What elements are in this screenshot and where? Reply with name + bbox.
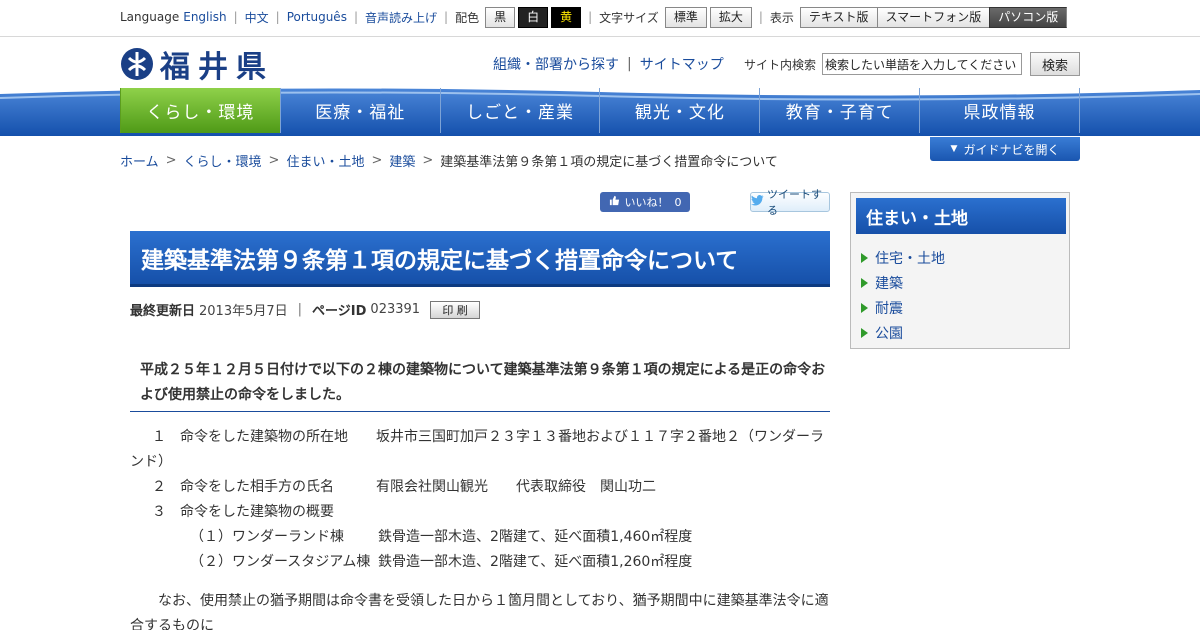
color-label: 配色 [455,10,480,25]
item-number: ２ [152,479,166,495]
site-search: サイト内検索 検索 [744,52,1081,76]
fontsize-label: 文字サイズ [599,10,659,25]
sub-item-value: 鉄骨造一部木造、2階建て、延べ面積1,460㎡程度 [378,529,693,545]
fontsize-large-button[interactable]: 拡大 [709,6,752,28]
item-number: ３ [152,504,166,520]
breadcrumb-housing[interactable]: 住まい・土地 [286,151,364,170]
sidebar-box: 住まい・土地 住宅・土地 建築 耐震 公園 [850,192,1070,349]
like-count: 0 [674,195,682,209]
note-paragraph: なお、使用禁止の猶予期間は命令書を受領した日から１箇月間としており、猶予期間中に… [130,593,829,630]
org-search-link[interactable]: 組織・部署から探す [493,54,619,74]
list-item: １ 命令をした建築物の所在地 坂井市三国町加戸２３字１３番地および１１７字２番地… [130,425,830,450]
guide-navi-button[interactable]: ▼ ガイドナビを開く [930,137,1080,161]
nav-item-medical[interactable]: 医療・福祉 [279,88,440,133]
sidebar-item-earthquake[interactable]: 耐震 [861,295,945,320]
nav-item-education[interactable]: 教育・子育て [759,88,919,133]
page-title: 建築基準法第９条第１項の規定に基づく措置命令について [130,231,830,287]
item-value-cont: ンド） [130,454,172,470]
lang-portuguese-link[interactable]: Português [287,10,347,24]
fontsize-normal-button[interactable]: 標準 [664,6,707,28]
sidebar-item-housing[interactable]: 住宅・土地 [861,245,945,270]
sidebar-item-label[interactable]: 耐震 [875,298,903,318]
breadcrumb-building[interactable]: 建築 [389,151,415,170]
sidebar-item-park[interactable]: 公園 [861,320,945,345]
breadcrumb: ホーム > くらし・環境 > 住まい・土地 > 建築 > 建築基準法第９条第１項… [120,151,778,170]
lang-english-link[interactable]: English [183,10,226,24]
sitemap-link[interactable]: サイトマップ [640,54,724,74]
print-button[interactable]: 印 刷 [430,300,481,319]
arrow-right-icon [861,252,868,263]
lang-chinese-link[interactable]: 中文 [245,9,269,26]
nav-item-living[interactable]: くらし・環境 [120,88,280,133]
voice-reader-link[interactable]: 音声読み上げ [365,9,437,26]
item-value: 坂井市三国町加戸２３字１３番地および１１７字２番地２（ワンダーラ [376,429,824,445]
sidebar-item-label[interactable]: 住宅・土地 [875,248,945,268]
sub-list-item: （２）ワンダースタジアム棟 鉄骨造一部木造、2階建て、延べ面積1,260㎡程度 [130,550,830,575]
sidebar-title: 住まい・土地 [856,198,1066,234]
display-pc-button[interactable]: パソコン版 [989,6,1068,28]
item-number: １ [152,429,166,445]
color-white-button[interactable]: 白 [518,6,549,28]
prefecture-emblem-icon [121,48,153,80]
facebook-like-button[interactable]: いいね！ 0 [600,192,690,212]
arrow-right-icon [861,302,868,313]
page-meta: 最終更新日 2013年5月7日 | ページID 023391 印 刷 [130,300,481,319]
arrow-right-icon [861,327,868,338]
global-nav: くらし・環境 医療・福祉 しごと・産業 観光・文化 教育・子育て 県政情報 [120,88,1080,133]
lead-text: 平成２５年１２月５日付けで以下の２棟の建築物について建築基準法第９条第１項の規定… [140,362,826,403]
language-label: Language [120,10,180,24]
header-links: 組織・部署から探す | サイトマップ [493,54,724,74]
item-label: 命令をした建築物の概要 [180,504,334,520]
breadcrumb-home[interactable]: ホーム [120,151,159,170]
tweet-button[interactable]: ツイートする [750,188,830,217]
site-logo[interactable]: 福井県 [120,42,274,86]
guide-navi-label: ガイドナビを開く [963,142,1060,157]
sub-list-item: （１）ワンダーランド棟 鉄骨造一部木造、2階建て、延べ面積1,460㎡程度 [130,525,830,550]
search-input[interactable] [822,53,1023,75]
list-item: ３ 命令をした建築物の概要 [130,500,830,525]
display-mode-group: テキスト版 スマートフォン版 パソコン版 [799,6,1068,28]
sidebar-item-label[interactable]: 建築 [875,273,903,293]
pageid-label: ページID [312,304,367,319]
nav-item-work[interactable]: しごと・産業 [439,88,600,133]
nav-item-tourism[interactable]: 観光・文化 [599,88,759,133]
item-value: 有限会社関山観光 代表取締役 関山功二 [376,479,656,495]
sub-item-label: （２）ワンダースタジアム棟 [190,554,371,570]
thumbs-up-icon [609,195,620,209]
sidebar-item-building[interactable]: 建築 [861,270,945,295]
sub-item-value: 鉄骨造一部木造、2階建て、延べ面積1,260㎡程度 [378,554,693,570]
sub-item-label: （１）ワンダーランド棟 [190,529,344,545]
logo-text: 福井県 [160,50,274,85]
display-label: 表示 [769,10,794,25]
pageid-value: 023391 [370,302,421,317]
utility-bar: Language English | 中文 | Português | 音声読み… [0,0,1200,37]
twitter-bird-icon [751,195,764,209]
breadcrumb-living[interactable]: くらし・環境 [184,151,262,170]
nav-item-government[interactable]: 県政情報 [919,88,1080,133]
sidebar-item-label[interactable]: 公園 [875,323,903,343]
item-label: 命令をした建築物の所在地 [180,429,348,445]
item-label: 命令をした相手方の氏名 [180,479,334,495]
breadcrumb-current: 建築基準法第９条第１項の規定に基づく措置命令について [440,155,778,170]
language-switcher: Language English | 中文 | Português | 音声読み… [120,6,1068,28]
content-body: １ 命令をした建築物の所在地 坂井市三国町加戸２３字１３番地および１１７字２番地… [130,425,830,630]
list-item-continuation: ンド） [130,450,830,475]
sidebar-list: 住宅・土地 建築 耐震 公園 [861,245,945,345]
tweet-label: ツイートする [767,188,822,217]
arrow-right-icon [861,277,868,288]
display-text-button[interactable]: テキスト版 [799,6,877,28]
display-smartphone-button[interactable]: スマートフォン版 [876,6,990,28]
list-item: ２ 命令をした相手方の氏名 有限会社関山観光 代表取締役 関山功二 [130,475,830,500]
lead-divider [130,411,830,412]
updated-label: 最終更新日 [130,304,196,319]
color-yellow-button[interactable]: 黄 [551,6,582,28]
color-black-button[interactable]: 黒 [485,6,516,28]
search-button[interactable]: 検索 [1030,52,1081,76]
updated-date: 2013年5月7日 [199,304,288,319]
search-label: サイト内検索 [744,57,817,72]
triangle-down-icon: ▼ [950,144,958,154]
like-label: いいね！ [624,196,669,209]
